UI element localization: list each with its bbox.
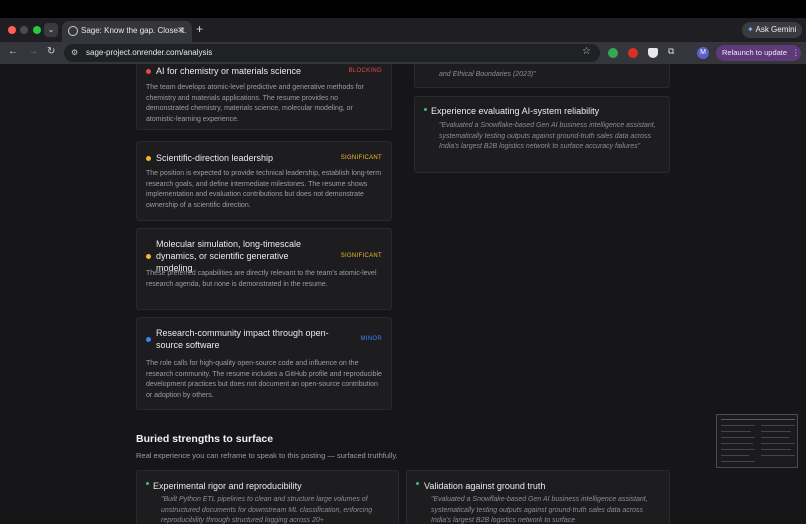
gap-title: Research-community impact through open-s… — [156, 328, 329, 350]
section-subtitle: Real experience you can reframe to speak… — [136, 451, 398, 460]
os-top-bar — [0, 0, 806, 18]
tab-title: Sage: Know the gap. Close it. — [81, 26, 187, 35]
site-info-icon[interactable]: ⚙ — [71, 48, 78, 57]
extension-red-icon[interactable] — [628, 48, 638, 58]
address-bar[interactable]: ⚙ sage-project.onrender.com/analysis ☆ — [64, 44, 600, 62]
relaunch-to-update-button[interactable]: Relaunch to update ⋮ — [716, 45, 801, 61]
gap-card: Scientific-direction leadership SIGNIFIC… — [136, 141, 392, 221]
window-maximize-button[interactable] — [33, 26, 41, 34]
experience-quote: and Ethical Boundaries (2023)" — [439, 71, 536, 78]
evidence-dot — [146, 482, 149, 485]
severity-badge: SIGNIFICANT — [340, 155, 382, 161]
strength-card: Validation against ground truth "Evaluat… — [406, 470, 670, 524]
severity-dot — [146, 155, 151, 161]
relaunch-label: Relaunch to update — [722, 48, 788, 57]
back-arrow-icon[interactable]: ← — [8, 46, 18, 57]
strength-quote: "Built Python ETL pipelines to clean and… — [161, 496, 373, 524]
gap-description: The team develops atomic-level predictiv… — [146, 84, 364, 124]
evidence-dot — [416, 482, 419, 485]
gap-card: Molecular simulation, long-timescale dyn… — [136, 228, 392, 310]
strength-title: Experimental rigor and reproducibility — [153, 481, 302, 491]
ask-gemini-label: Ask Gemini — [755, 25, 797, 34]
experience-quote: "Evaluated a Snowflake-based Gen AI busi… — [439, 122, 656, 150]
evidence-dot — [424, 108, 427, 111]
gap-card: AI for chemistry or materials science BL… — [136, 64, 392, 130]
extension-shield-green-icon[interactable] — [608, 48, 618, 58]
severity-dot — [146, 253, 151, 259]
extensions-puzzle-icon[interactable]: ⧉ — [668, 46, 674, 57]
severity-dot — [146, 336, 151, 342]
url-text: sage-project.onrender.com/analysis — [86, 48, 213, 57]
forward-arrow-icon[interactable]: → — [28, 46, 38, 57]
tab-search-chevron-icon[interactable]: ⌄ — [44, 23, 58, 37]
strength-title: Validation against ground truth — [424, 481, 546, 491]
strength-quote: "Evaluated a Snowflake-based Gen AI busi… — [431, 496, 648, 524]
experience-title: Experience evaluating AI-system reliabil… — [431, 106, 600, 116]
browser-toolbar: ← → ↻ ⚙ sage-project.onrender.com/analys… — [0, 42, 806, 64]
gap-description: These preferred capabilities are directl… — [146, 270, 377, 288]
page-thumbnail-preview[interactable] — [716, 414, 798, 468]
extension-shield-white-icon[interactable] — [648, 48, 658, 58]
severity-dot — [146, 68, 151, 74]
strength-card: Experimental rigor and reproducibility "… — [136, 470, 399, 524]
gap-title: AI for chemistry or materials science — [156, 66, 302, 76]
gap-card: Research-community impact through open-s… — [136, 317, 392, 410]
more-menu-icon[interactable]: ⋮ — [792, 48, 800, 57]
analysis-page: AI for chemistry or materials science BL… — [0, 64, 806, 524]
severity-badge: MINOR — [360, 336, 382, 342]
severity-badge: BLOCKING — [348, 68, 382, 74]
gap-description: The role calls for high-quality open-sou… — [146, 360, 382, 400]
tab-active[interactable]: Sage: Know the gap. Close it. ✕ — [62, 21, 192, 42]
new-tab-button[interactable]: + — [196, 22, 203, 36]
window-minimize-button[interactable] — [20, 26, 28, 34]
window-close-button[interactable] — [8, 26, 16, 34]
gap-title: Scientific-direction leadership — [156, 153, 274, 163]
experience-card: Experience evaluating AI-system reliabil… — [414, 96, 670, 173]
globe-icon — [68, 26, 78, 36]
tab-bar: ⌄ Sage: Know the gap. Close it. ✕ + ✦ As… — [0, 18, 806, 42]
gap-description: The position is expected to provide tech… — [146, 170, 382, 210]
bookmark-star-icon[interactable]: ☆ — [582, 46, 591, 57]
section-title: Buried strengths to surface — [136, 433, 274, 445]
profile-avatar[interactable]: M — [697, 47, 709, 59]
reload-icon[interactable]: ↻ — [47, 46, 55, 57]
severity-badge: SIGNIFICANT — [340, 253, 382, 259]
ask-gemini-button[interactable]: ✦ Ask Gemini — [742, 22, 802, 38]
gemini-sparkle-icon: ✦ — [747, 25, 754, 34]
tab-close-icon[interactable]: ✕ — [177, 25, 185, 36]
experience-card: and Ethical Boundaries (2023)" — [414, 64, 670, 88]
